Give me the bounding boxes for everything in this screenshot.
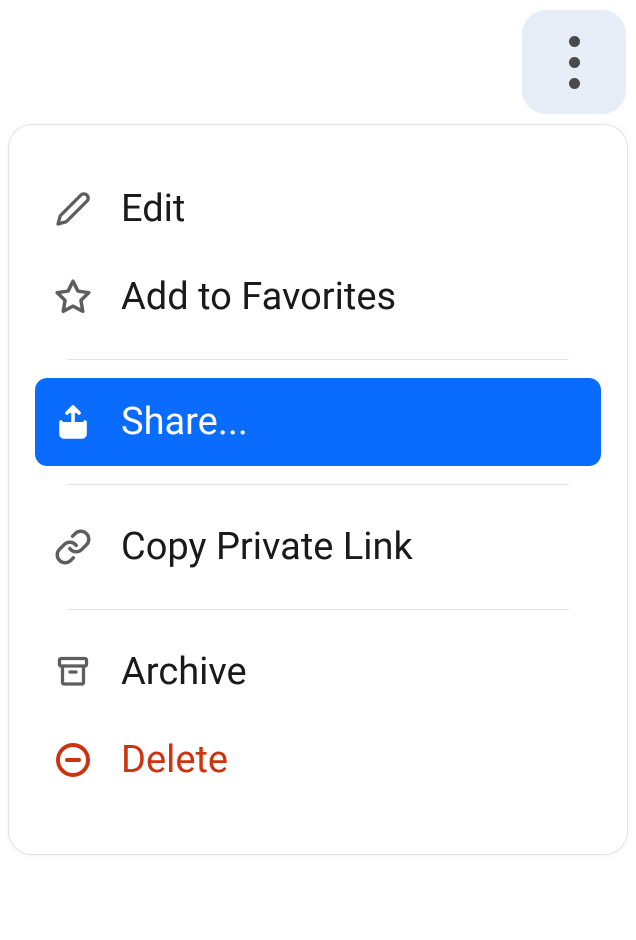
link-icon: [53, 527, 93, 567]
menu-item-label: Add to Favorites: [121, 275, 396, 319]
menu-divider: [67, 484, 569, 485]
menu-divider: [67, 609, 569, 610]
pencil-icon: [53, 189, 93, 229]
menu-item-label: Archive: [121, 650, 247, 694]
menu-item-label: Copy Private Link: [121, 525, 413, 569]
ellipsis-vertical-icon: [569, 36, 580, 89]
dropdown-menu: Edit Add to Favorites Share... Co: [8, 124, 628, 855]
menu-item-label: Edit: [121, 187, 185, 231]
menu-item-delete[interactable]: Delete: [9, 716, 627, 804]
menu-item-archive[interactable]: Archive: [9, 628, 627, 716]
menu-divider: [67, 359, 569, 360]
menu-item-share[interactable]: Share...: [35, 378, 601, 466]
star-icon: [53, 277, 93, 317]
menu-item-favorites[interactable]: Add to Favorites: [9, 253, 627, 341]
archive-icon: [53, 652, 93, 692]
share-icon: [53, 402, 93, 442]
minus-circle-icon: [53, 740, 93, 780]
menu-item-label: Delete: [121, 738, 228, 782]
more-options-button[interactable]: [522, 10, 626, 114]
menu-item-copy-link[interactable]: Copy Private Link: [9, 503, 627, 591]
menu-item-edit[interactable]: Edit: [9, 165, 627, 253]
menu-item-label: Share...: [121, 400, 248, 444]
